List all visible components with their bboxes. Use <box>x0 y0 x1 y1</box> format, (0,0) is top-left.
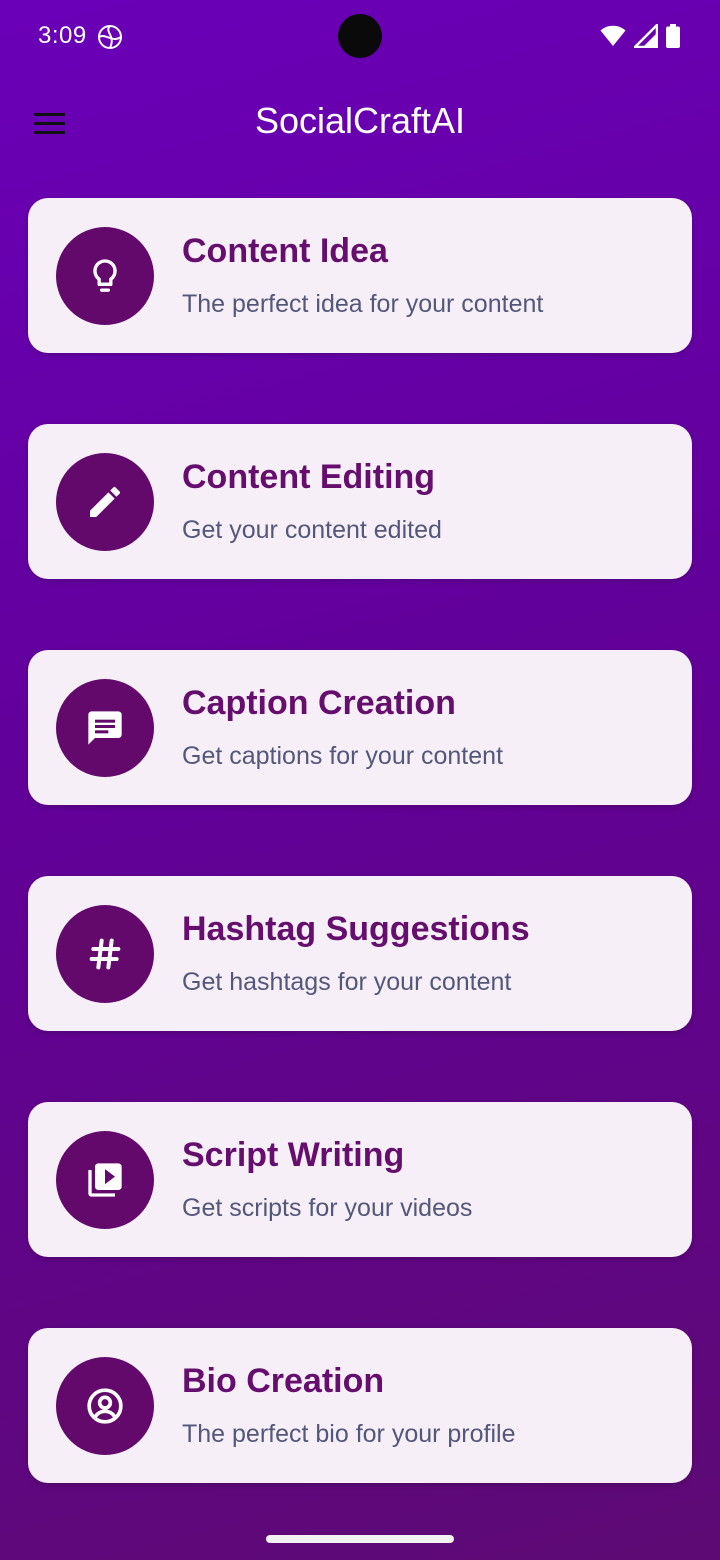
card-subtitle: The perfect bio for your profile <box>182 1420 516 1448</box>
card-script-writing[interactable]: Script Writing Get scripts for your vide… <box>28 1102 692 1257</box>
app-title: SocialCraftAI <box>254 100 466 141</box>
card-title: Hashtag Suggestions <box>182 910 530 948</box>
video-library-icon <box>56 1131 154 1229</box>
card-title: Bio Creation <box>182 1362 385 1400</box>
notification-swirl-icon <box>98 25 122 49</box>
card-subtitle: Get scripts for your videos <box>182 1194 473 1222</box>
message-icon <box>56 679 154 777</box>
home-indicator[interactable] <box>266 1535 454 1543</box>
lightbulb-icon <box>56 227 154 325</box>
status-time: 3:09 <box>38 22 87 49</box>
card-title: Content Idea <box>182 232 388 270</box>
wifi-icon <box>600 25 626 46</box>
account-circle-icon <box>56 1357 154 1455</box>
signal-icon <box>634 24 658 48</box>
hashtag-icon <box>56 905 154 1003</box>
battery-icon <box>666 24 680 48</box>
card-bio-creation[interactable]: Bio Creation The perfect bio for your pr… <box>28 1328 692 1483</box>
card-subtitle: The perfect idea for your content <box>182 290 544 318</box>
pencil-icon <box>56 453 154 551</box>
feature-card-list: Content Idea The perfect idea for your c… <box>28 198 692 1554</box>
card-subtitle: Get captions for your content <box>182 742 504 770</box>
camera-cutout <box>338 14 382 58</box>
card-title: Script Writing <box>182 1136 405 1174</box>
card-content-editing[interactable]: Content Editing Get your content edited <box>28 424 692 579</box>
card-hashtag-suggestions[interactable]: Hashtag Suggestions Get hashtags for you… <box>28 876 692 1031</box>
card-title: Caption Creation <box>182 684 456 722</box>
card-subtitle: Get hashtags for your content <box>182 968 512 996</box>
app-bar: SocialCraftAI <box>0 76 720 166</box>
status-bar: 3:09 <box>0 0 720 76</box>
card-subtitle: Get your content edited <box>182 516 442 544</box>
card-caption-creation[interactable]: Caption Creation Get captions for your c… <box>28 650 692 805</box>
card-title: Content Editing <box>182 458 436 496</box>
card-content-idea[interactable]: Content Idea The perfect idea for your c… <box>28 198 692 353</box>
